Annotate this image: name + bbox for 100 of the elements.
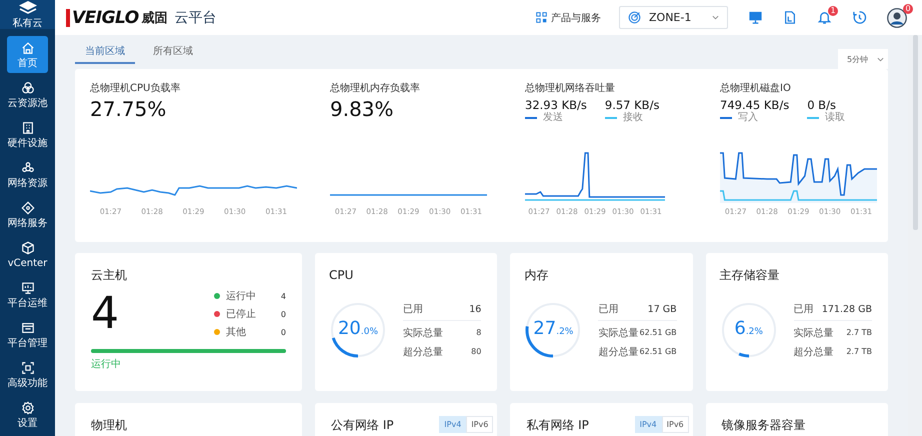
status-count: 0 [280, 328, 286, 336]
metric-value: 9.83% [330, 96, 395, 122]
monitor-icon[interactable] [748, 10, 763, 25]
brand-name: 私有云 [12, 18, 42, 29]
notification-badge: 0 [903, 4, 913, 14]
status-label: 其他 [226, 326, 247, 339]
percent-fraction: .2% [746, 326, 763, 336]
row-value: 17 GB [648, 304, 677, 314]
row-value: 62.51 GB [640, 328, 677, 337]
zone-select[interactable]: ZONE-1 [619, 6, 728, 29]
row-value: 8 [476, 328, 482, 337]
card-title: 公有网络 IP [331, 417, 394, 433]
nav-item[interactable]: 平台管理 [7, 316, 48, 353]
row-label: 已用 [598, 303, 618, 316]
row-value: 2.7 TB [846, 347, 872, 356]
grid-icon [536, 12, 547, 23]
monitor-icon [20, 280, 34, 294]
document-icon[interactable] [783, 10, 797, 25]
legend-label: 读取 [825, 112, 846, 123]
row-label: 实际总量 [794, 326, 834, 340]
zone-value: ZONE-1 [649, 11, 692, 24]
legend-label: 接收 [622, 112, 643, 123]
row-value: 80 [471, 347, 482, 356]
interval-select[interactable]: 5分钟 [838, 49, 888, 69]
metric-value: 0 B/s [807, 98, 837, 112]
metric-title: 总物理机网络吞吐量 [525, 82, 616, 95]
product-name: 云平台 [174, 8, 217, 26]
row-value: 62.51 GB [640, 347, 677, 356]
row-value: 2.7 TB [846, 328, 872, 337]
caret-icon [877, 56, 884, 62]
brand-name: 威固 [142, 10, 168, 26]
metric-title: 总物理机磁盘IO [720, 82, 792, 95]
nav-item[interactable]: 网络服务 [7, 196, 48, 233]
bell-icon[interactable] [817, 10, 832, 25]
nav-item[interactable]: 硬件设施 [7, 116, 48, 153]
card-title: 主存储容量 [720, 267, 781, 283]
layers-icon [18, 0, 38, 16]
notification-badge: 1 [828, 6, 838, 16]
nav-item[interactable]: 首页 [7, 36, 48, 73]
row-label: 超分总量 [794, 346, 834, 358]
row-label: 超分总量 [403, 346, 443, 358]
vm-count: 4 [91, 289, 119, 339]
percent-value: 20 [338, 318, 361, 340]
diamond-icon [20, 200, 34, 214]
row-label: 实际总量 [403, 326, 443, 340]
region-tab[interactable]: 当前区域 [75, 40, 135, 64]
cluster-icon [20, 160, 34, 174]
products-link[interactable]: 产品与服务 [536, 10, 601, 24]
nav-item[interactable]: 平台运维 [7, 276, 48, 313]
cube-icon [20, 240, 34, 254]
settings-icon [20, 400, 34, 414]
metric-value: 9.57 KB/s [604, 98, 660, 112]
percent-value: 6 [734, 318, 746, 340]
frame-icon [20, 360, 34, 374]
nav-item[interactable]: vCenter [7, 236, 48, 273]
status-label: 已停止 [226, 308, 257, 321]
nav-item[interactable]: 设置 [7, 396, 48, 433]
target-icon [628, 11, 641, 24]
brand-logo: VEIGLO [66, 8, 139, 26]
legend-label: 写入 [738, 112, 758, 123]
percent-value: 27 [533, 318, 556, 340]
version-toggle[interactable]: IPv6 [466, 416, 494, 433]
status-count: 0 [280, 310, 286, 318]
home-icon [20, 40, 34, 54]
row-label: 超分总量 [598, 346, 638, 358]
nav-item[interactable]: 网络资源 [7, 156, 48, 193]
avatar-icon[interactable] [887, 8, 907, 28]
version-toggle[interactable]: IPv6 [662, 416, 689, 433]
nav-item[interactable]: 高级功能 [7, 356, 48, 393]
metric-value: 32.93 KB/s [525, 98, 587, 112]
legend-label: 发送 [543, 112, 563, 123]
window-icon [20, 320, 34, 334]
status-count: 4 [280, 292, 286, 300]
building-icon [20, 120, 34, 134]
progress-label: 运行中 [91, 358, 122, 371]
card-title: CPU [329, 267, 354, 283]
row-value: 16 [469, 304, 482, 314]
percent-fraction: .2% [556, 326, 574, 336]
interval-value: 5分钟 [847, 54, 868, 64]
percent-fraction: .0% [360, 326, 378, 336]
card-title: 云主机 [91, 267, 128, 283]
card-title: 私有网络 IP [526, 417, 589, 433]
row-label: 已用 [794, 303, 814, 316]
region-tab[interactable]: 所有区域 [143, 40, 203, 64]
metric-title: 总物理机内存负载率 [330, 82, 421, 95]
status-label: 运行中 [226, 290, 257, 303]
card-title: 内存 [524, 267, 550, 283]
row-label: 已用 [403, 303, 423, 316]
card-title: 镜像服务器容量 [722, 417, 806, 433]
caret-icon [712, 15, 719, 20]
scrollbar-thumb[interactable] [912, 35, 918, 230]
card-title: 物理机 [91, 417, 127, 433]
row-label: 实际总量 [598, 326, 638, 340]
metric-value: 749.45 KB/s [720, 98, 790, 112]
nav-item[interactable]: 云资源池 [7, 76, 48, 113]
metric-value: 27.75% [90, 96, 168, 122]
metric-title: 总物理机CPU负载率 [90, 82, 182, 95]
row-value: 171.28 GB [822, 304, 872, 314]
clock-icon[interactable] [852, 10, 867, 25]
circles-icon [20, 80, 34, 94]
